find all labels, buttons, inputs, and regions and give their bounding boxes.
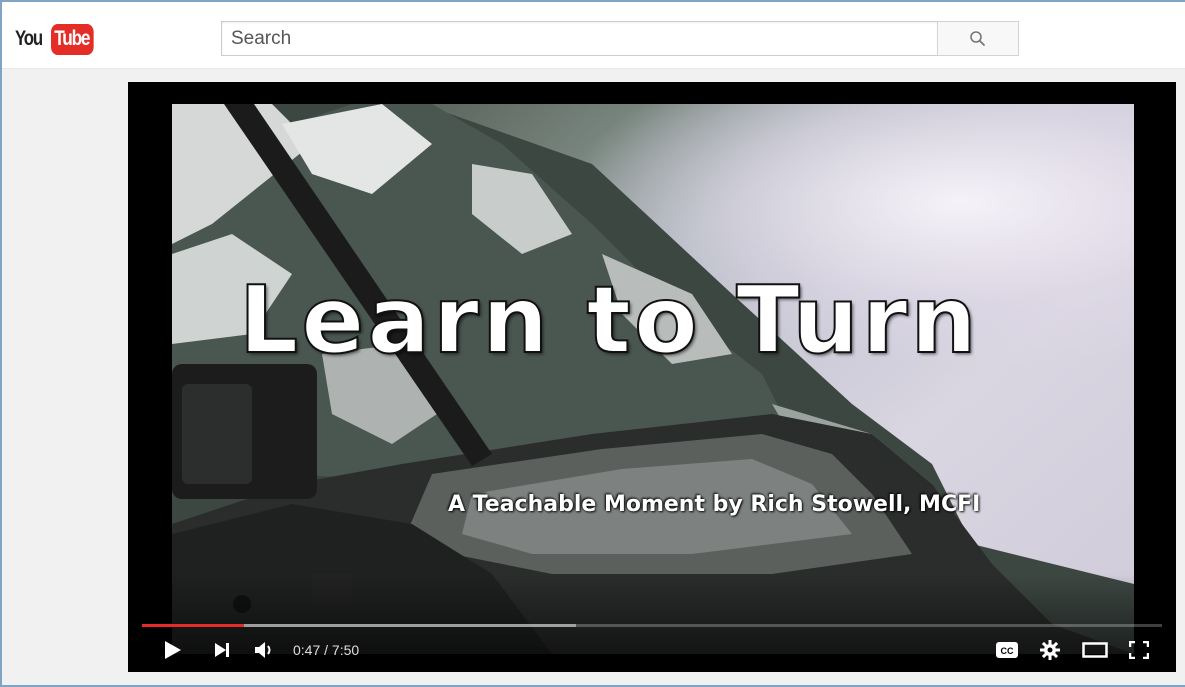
search-box <box>221 21 938 56</box>
browser-frame: You Tube Search Learn to Turn A Teachabl… <box>0 0 1185 687</box>
play-icon <box>165 641 181 659</box>
theater-mode-icon <box>1082 642 1108 658</box>
fullscreen-icon <box>1129 641 1149 659</box>
video-subtitle-overlay: A Teachable Moment by Rich Stowell, MCFI <box>448 492 981 517</box>
search-icon <box>970 30 985 46</box>
search-input[interactable] <box>222 22 938 55</box>
progress-bar[interactable] <box>142 624 1162 627</box>
video-player[interactable]: Learn to Turn A Teachable Moment by Rich… <box>128 82 1176 672</box>
video-frame[interactable]: Learn to Turn A Teachable Moment by Rich… <box>172 104 1134 654</box>
captions-label: CC <box>1001 646 1014 656</box>
video-scene <box>172 104 1134 654</box>
fullscreen-button[interactable] <box>1124 632 1154 668</box>
settings-button[interactable] <box>1035 632 1065 668</box>
captions-button[interactable]: CC <box>992 632 1022 668</box>
gear-icon <box>1040 640 1060 660</box>
time-display: 0:47 / 7:50 <box>293 642 360 658</box>
logo-tube-text: Tube <box>51 23 94 55</box>
theater-mode-button[interactable] <box>1078 632 1112 668</box>
logo-you-text: You <box>15 27 43 50</box>
next-button[interactable] <box>208 632 236 668</box>
progress-played <box>142 624 244 627</box>
captions-icon: CC <box>996 642 1018 658</box>
video-title-overlay: Learn to Turn <box>238 265 980 375</box>
play-button[interactable] <box>158 632 188 668</box>
volume-icon <box>255 642 271 658</box>
youtube-logo[interactable]: You Tube <box>15 22 103 56</box>
masthead: You Tube <box>2 2 1185 69</box>
search-button[interactable] <box>937 21 1019 56</box>
player-controls: 0:47 / 7:50 CC <box>128 632 1176 668</box>
volume-button[interactable] <box>250 632 278 668</box>
next-icon <box>215 643 229 657</box>
